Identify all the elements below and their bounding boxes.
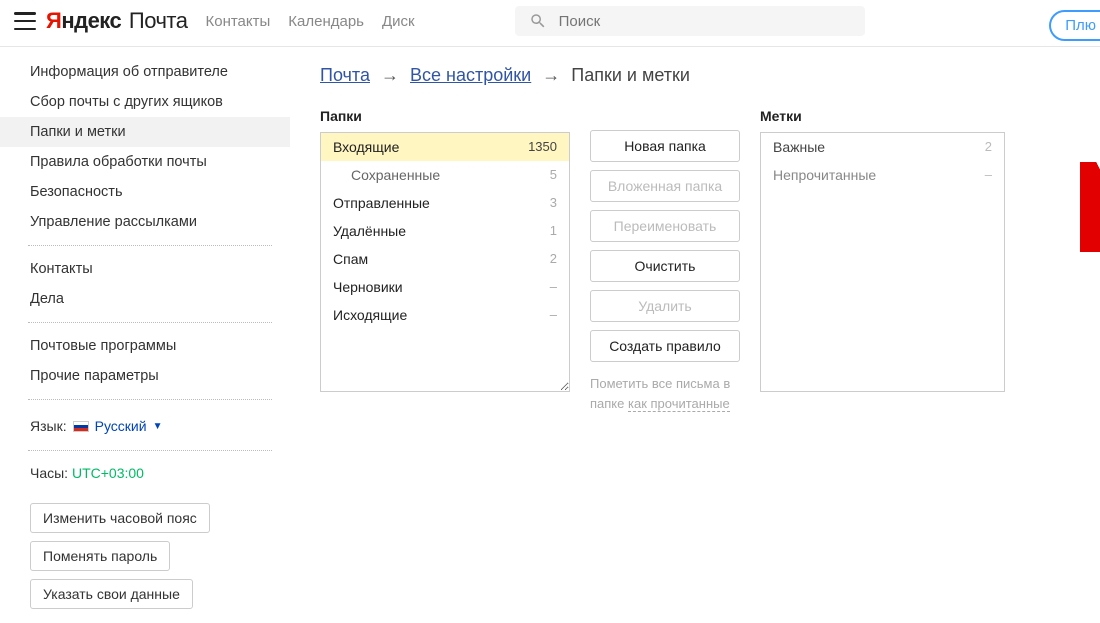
clock-row: Часы: UTC+03:00 xyxy=(0,459,290,499)
folder-row[interactable]: Спам 2 xyxy=(321,245,569,273)
flag-icon xyxy=(73,421,89,432)
folder-count: 5 xyxy=(550,167,557,183)
mark-all-read: Пометить все письма в папке как прочитан… xyxy=(590,374,740,413)
folder-name: Исходящие xyxy=(333,307,407,323)
language-row[interactable]: Язык: Русский ▼ xyxy=(0,408,290,442)
sidebar: Информация об отправителеСбор почты с др… xyxy=(0,47,290,623)
folder-row[interactable]: Сохраненные 5 xyxy=(321,161,569,189)
sidebar-item[interactable]: Дела xyxy=(0,284,290,314)
language-label: Язык: xyxy=(30,418,67,434)
folder-row[interactable]: Исходящие – xyxy=(321,301,569,329)
nav-disk[interactable]: Диск xyxy=(382,13,415,30)
folder-row[interactable]: Черновики – xyxy=(321,273,569,301)
folder-name: Спам xyxy=(333,251,368,267)
label-row[interactable]: Важные 2 xyxy=(761,133,1004,161)
folder-row[interactable]: Отправленные 3 xyxy=(321,189,569,217)
label-name: Важные xyxy=(773,139,825,155)
folder-row[interactable]: Входящие 1350 xyxy=(321,133,569,161)
search-box[interactable] xyxy=(515,6,865,36)
sidebar-item[interactable]: Контакты xyxy=(0,254,290,284)
sidebar-item[interactable]: Управление рассылками xyxy=(0,207,290,237)
labels-list[interactable]: Важные 2 Непрочитанные – xyxy=(760,132,1005,392)
sidebar-item[interactable]: Безопасность xyxy=(0,177,290,207)
logo-yandex: ндекс xyxy=(61,8,121,33)
folder-action-button: Переименовать xyxy=(590,210,740,242)
sidebar-item[interactable]: Папки и метки xyxy=(0,117,290,147)
logo[interactable]: Яндекс Почта xyxy=(46,8,187,34)
sidebar-item[interactable]: Почтовые программы xyxy=(0,331,290,361)
folder-count: 1 xyxy=(550,223,557,239)
label-count: – xyxy=(985,167,992,183)
labels-title: Метки xyxy=(760,108,1005,124)
label-name: Непрочитанные xyxy=(773,167,876,183)
top-nav: Контакты Календарь Диск xyxy=(205,13,414,30)
header: Яндекс Почта Контакты Календарь Диск Плю xyxy=(0,0,1100,47)
label-count: 2 xyxy=(985,139,992,155)
folder-row[interactable]: Удалённые 1 xyxy=(321,217,569,245)
sidebar-item[interactable]: Информация об отправителе xyxy=(0,57,290,87)
sidebar-button[interactable]: Изменить часовой пояс xyxy=(30,503,210,533)
folder-count: 1350 xyxy=(528,139,557,155)
folder-count: 2 xyxy=(550,251,557,267)
folder-action-button: Вложенная папка xyxy=(590,170,740,202)
folder-action-button[interactable]: Создать правило xyxy=(590,330,740,362)
breadcrumb-all-settings[interactable]: Все настройки xyxy=(410,65,531,85)
labels-column: Метки Важные 2 Непрочитанные – xyxy=(760,108,1005,392)
folders-list[interactable]: Входящие 1350 Сохраненные 5 Отправленные 3 Уда… xyxy=(320,132,570,392)
mark-read-link[interactable]: как прочитанные xyxy=(628,396,730,412)
sidebar-item[interactable]: Сбор почты с других ящиков xyxy=(0,87,290,117)
chevron-down-icon: ▼ xyxy=(153,421,163,432)
folder-count: 3 xyxy=(550,195,557,211)
breadcrumb-mail[interactable]: Почта xyxy=(320,65,370,85)
folders-column: Папки Входящие 1350 Сохраненные 5 Отправленн… xyxy=(320,108,570,392)
clock-label: Часы: xyxy=(30,465,68,481)
folder-name: Отправленные xyxy=(333,195,430,211)
folder-name: Входящие xyxy=(333,139,399,155)
nav-calendar[interactable]: Календарь xyxy=(288,13,364,30)
sidebar-item[interactable]: Прочие параметры xyxy=(0,361,290,391)
label-row[interactable]: Непрочитанные – xyxy=(761,161,1004,189)
search-icon xyxy=(529,12,547,30)
sidebar-button[interactable]: Поменять пароль xyxy=(30,541,170,571)
breadcrumb: Почта → Все настройки → Папки и метки xyxy=(320,65,1090,86)
logo-mail: Почта xyxy=(129,8,188,33)
main-content: Почта → Все настройки → Папки и метки Па… xyxy=(290,47,1100,623)
language-value: Русский xyxy=(95,418,147,434)
folder-action-button: Удалить xyxy=(590,290,740,322)
sidebar-item[interactable]: Правила обработки почты xyxy=(0,147,290,177)
logo-y: Я xyxy=(46,8,61,33)
folder-action-button[interactable]: Очистить xyxy=(590,250,740,282)
folder-name: Сохраненные xyxy=(351,167,440,183)
folders-title: Папки xyxy=(320,108,570,124)
folder-action-button[interactable]: Новая папка xyxy=(590,130,740,162)
arrow-icon: → xyxy=(542,65,560,85)
search-input[interactable] xyxy=(559,13,851,30)
folder-name: Удалённые xyxy=(333,223,406,239)
sidebar-button[interactable]: Указать свои данные xyxy=(30,579,193,609)
folder-count: – xyxy=(550,279,557,295)
arrow-icon: → xyxy=(381,65,399,85)
plus-button[interactable]: Плю xyxy=(1049,10,1100,41)
menu-icon[interactable] xyxy=(14,12,36,30)
clock-value[interactable]: UTC+03:00 xyxy=(72,465,144,481)
nav-contacts[interactable]: Контакты xyxy=(205,13,270,30)
folder-actions: Новая папка Вложенная папка Переименовать О… xyxy=(590,130,740,413)
folder-count: – xyxy=(550,307,557,323)
folder-name: Черновики xyxy=(333,279,403,295)
breadcrumb-current: Папки и метки xyxy=(571,65,690,85)
